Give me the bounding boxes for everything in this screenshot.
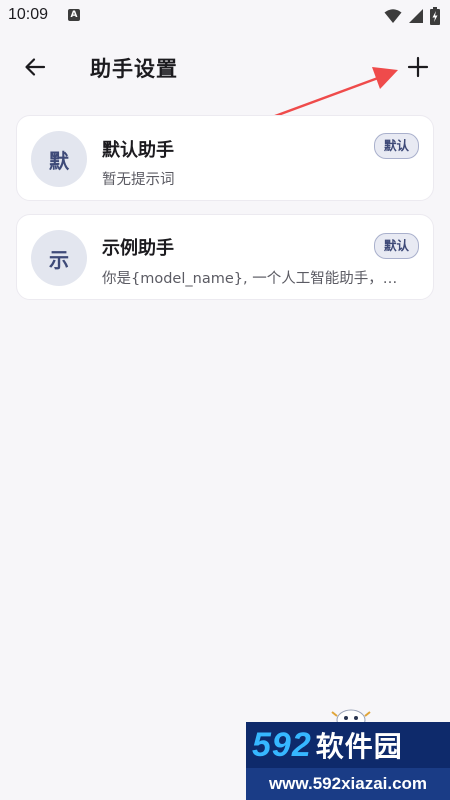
assistant-name: 默认助手 [102,140,174,161]
assistant-avatar: 默 [31,131,87,187]
assistant-avatar: 示 [31,230,87,286]
watermark: 592 软件园 www.592xiazai.com [246,722,450,800]
add-assistant-button[interactable] [400,50,436,84]
status-icons [384,7,440,25]
a-icon: A [68,9,80,21]
assistant-name: 示例助手 [102,238,174,259]
status-bar: 10:09 A [0,0,450,32]
default-badge: 默认 [373,133,419,159]
plus-icon [407,56,429,78]
assistant-prompt: 暂无提示词 [102,172,175,188]
watermark-url: www.592xiazai.com [246,768,450,800]
watermark-brand: 592 软件园 [246,722,450,768]
app-bar: 助手设置 [0,40,450,96]
watermark-text: 软件园 [315,730,403,763]
wifi-icon [384,9,402,23]
default-badge: 默认 [373,233,419,259]
assistant-card[interactable]: 示 示例助手 你是{model_name}, 一个人工智能助手，… 默认 [16,214,434,300]
status-time: 10:09 [8,6,49,23]
battery-charging-icon [430,7,440,25]
assistant-card[interactable]: 默 默认助手 暂无提示词 默认 [16,115,434,201]
page-title: 助手设置 [90,57,178,81]
assistant-prompt: 你是{model_name}, 一个人工智能助手，… [102,271,398,287]
watermark-number: 592 [252,725,312,764]
back-button[interactable] [18,50,52,84]
signal-icon [409,9,423,23]
arrow-left-icon [25,58,46,76]
